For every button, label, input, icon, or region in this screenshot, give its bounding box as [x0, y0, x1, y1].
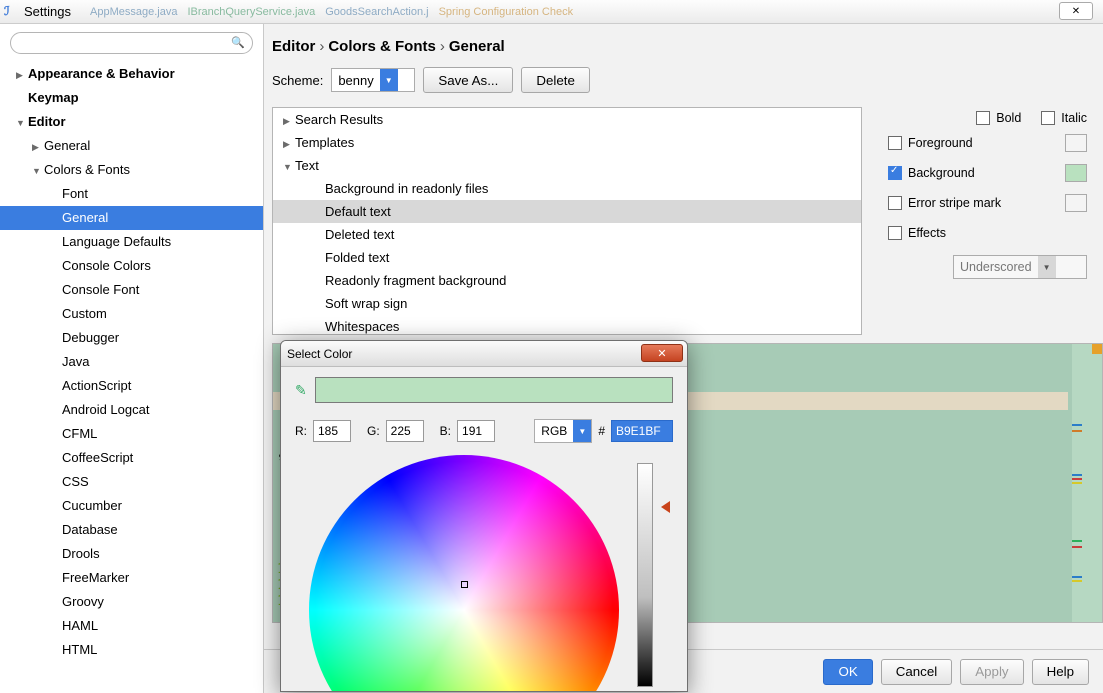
brightness-marker[interactable] — [661, 501, 670, 513]
tree-item[interactable]: CoffeeScript — [0, 446, 263, 470]
delete-button[interactable]: Delete — [521, 67, 590, 93]
category-item[interactable]: Background in readonly files — [273, 177, 861, 200]
background-tabs: AppMessage.java IBranchQueryService.java… — [0, 0, 1103, 24]
category-item[interactable]: Readonly fragment background — [273, 269, 861, 292]
expand-arrow-icon: ▶ — [283, 133, 293, 156]
category-item[interactable]: ▶Templates — [273, 131, 861, 154]
dialog-close-button[interactable]: ✕ — [641, 344, 683, 362]
chevron-down-icon: ▼ — [573, 420, 591, 442]
select-color-dialog: Select Color ✕ ✎ R: G: B: RGB ▼ # — [280, 340, 688, 692]
tree-item[interactable]: ▶General — [0, 134, 263, 158]
dialog-title-bar[interactable]: Select Color ✕ — [281, 341, 687, 367]
hex-input[interactable] — [611, 420, 673, 442]
current-color-swatch — [315, 377, 673, 403]
search-input[interactable] — [10, 32, 253, 54]
apply-button[interactable]: Apply — [960, 659, 1023, 685]
tree-item[interactable]: ▼Colors & Fonts — [0, 158, 263, 182]
expand-arrow-icon: ▶ — [16, 63, 26, 87]
foreground-checkbox[interactable]: Foreground — [888, 136, 973, 150]
tree-item[interactable]: ▼Editor — [0, 110, 263, 134]
category-item[interactable]: ▶Search Results — [273, 108, 861, 131]
tree-item[interactable]: Console Font — [0, 278, 263, 302]
tree-item[interactable]: ActionScript — [0, 374, 263, 398]
settings-sidebar: 🔍 ▶Appearance & BehaviorKeymap▼Editor▶Ge… — [0, 24, 264, 693]
expand-arrow-icon: ▼ — [16, 111, 26, 135]
tree-item[interactable]: FreeMarker — [0, 566, 263, 590]
category-item[interactable]: Default text — [273, 200, 861, 223]
tree-item[interactable]: Cucumber — [0, 494, 263, 518]
category-item[interactable]: ▼Text — [273, 154, 861, 177]
tree-item[interactable]: Keymap — [0, 86, 263, 110]
tree-item[interactable]: Android Logcat — [0, 398, 263, 422]
text-attributes: Bold Italic Foreground Background Error … — [872, 107, 1103, 335]
tree-item[interactable]: Database — [0, 518, 263, 542]
expand-arrow-icon: ▼ — [283, 156, 293, 179]
chevron-down-icon: ▼ — [380, 69, 398, 91]
tree-item[interactable]: Console Colors — [0, 254, 263, 278]
chevron-down-icon: ▼ — [1038, 256, 1056, 278]
color-wheel-marker[interactable] — [461, 581, 468, 588]
tree-item[interactable]: ▶Appearance & Behavior — [0, 62, 263, 86]
error-stripe-swatch[interactable] — [1065, 194, 1087, 212]
preview-right-strip — [1072, 344, 1102, 622]
expand-arrow-icon: ▶ — [32, 135, 42, 159]
tree-item[interactable]: Groovy — [0, 590, 263, 614]
expand-arrow-icon: ▼ — [32, 159, 42, 183]
title-bar: ℐ Settings AppMessage.java IBranchQueryS… — [0, 0, 1103, 24]
category-item[interactable]: Whitespaces — [273, 315, 861, 335]
background-checkbox[interactable]: Background — [888, 166, 975, 180]
expand-arrow-icon: ▶ — [283, 110, 293, 133]
italic-checkbox[interactable]: Italic — [1041, 111, 1087, 125]
tree-item[interactable]: HAML — [0, 614, 263, 638]
color-wheel[interactable] — [309, 455, 619, 692]
tree-item[interactable]: CSS — [0, 470, 263, 494]
eyedropper-icon[interactable]: ✎ — [295, 382, 307, 399]
category-list[interactable]: ▶Search Results▶Templates▼TextBackground… — [272, 107, 862, 335]
tree-item[interactable]: Custom — [0, 302, 263, 326]
cancel-button[interactable]: Cancel — [881, 659, 953, 685]
category-item[interactable]: Deleted text — [273, 223, 861, 246]
tree-item[interactable]: Language Defaults — [0, 230, 263, 254]
search-icon: 🔍 — [231, 36, 245, 49]
tree-item[interactable]: CFML — [0, 422, 263, 446]
effects-checkbox[interactable]: Effects — [888, 226, 946, 240]
help-button[interactable]: Help — [1032, 659, 1089, 685]
scheme-dropdown[interactable]: benny ▼ — [331, 68, 415, 92]
color-mode-dropdown[interactable]: RGB ▼ — [534, 419, 592, 443]
category-item[interactable]: Soft wrap sign — [273, 292, 861, 315]
effects-dropdown[interactable]: Underscored ▼ — [953, 255, 1087, 279]
tree-item[interactable]: HTML — [0, 638, 263, 662]
g-input[interactable] — [386, 420, 424, 442]
tree-item[interactable]: Drools — [0, 542, 263, 566]
breadcrumb: Editor›Colors & Fonts›General — [264, 24, 1103, 67]
category-item[interactable]: Folded text — [273, 246, 861, 269]
tree-item[interactable]: Font — [0, 182, 263, 206]
b-input[interactable] — [457, 420, 495, 442]
window-close-button[interactable]: ✕ — [1059, 2, 1093, 20]
error-stripe-checkbox[interactable]: Error stripe mark — [888, 196, 1001, 210]
foreground-swatch[interactable] — [1065, 134, 1087, 152]
settings-tree[interactable]: ▶Appearance & BehaviorKeymap▼Editor▶Gene… — [0, 60, 263, 693]
tree-item[interactable]: Java — [0, 350, 263, 374]
brightness-slider[interactable] — [637, 463, 653, 687]
tree-item[interactable]: General — [0, 206, 263, 230]
save-as-button[interactable]: Save As... — [423, 67, 513, 93]
background-swatch[interactable] — [1065, 164, 1087, 182]
tree-item[interactable]: Debugger — [0, 326, 263, 350]
ok-button[interactable]: OK — [823, 659, 872, 685]
r-input[interactable] — [313, 420, 351, 442]
bold-checkbox[interactable]: Bold — [976, 111, 1021, 125]
scheme-label: Scheme: — [272, 73, 323, 88]
